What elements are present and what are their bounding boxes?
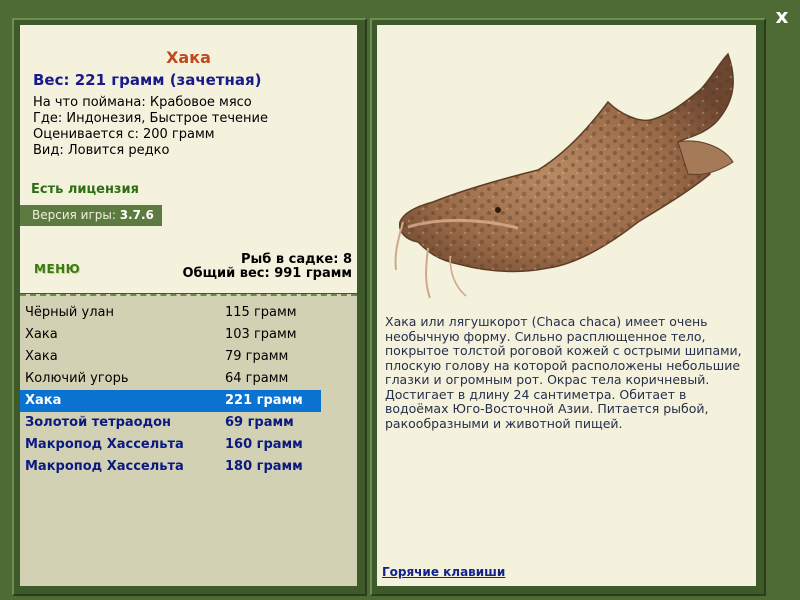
list-item-name: Хака [25,327,58,342]
fish-image [394,52,734,299]
cage-total-weight: Общий вес: 991 грамм [182,266,352,281]
fish-bait: На что поймана: Крабовое мясо [33,95,252,110]
list-item-name: Золотой тетраодон [25,415,172,430]
list-item[interactable]: Хака 103 грамм [20,324,321,346]
fish-rating-threshold: Оценивается с: 200 грамм [33,127,215,142]
version-label: Версия игры: [32,208,116,222]
fish-name: Хака [166,48,211,67]
hotkeys-link[interactable]: Горячие клавиши [382,565,505,579]
close-button[interactable]: x [772,5,792,27]
list-item-name: Макропод Хассельта [25,437,184,452]
license-status: Есть лицензия [31,182,139,197]
close-icon: x [775,4,789,28]
list-item-selected[interactable]: Хака 221 грамм [20,390,321,412]
version-value: 3.7.6 [119,208,154,222]
list-item-name: Чёрный улан [25,305,114,320]
list-item-name: Хака [25,393,62,408]
cage-count: Рыб в садке: 8 [240,252,352,267]
list-item[interactable]: Хака 79 грамм [20,346,321,368]
divider [20,294,357,296]
fish-location: Где: Индонезия, Быстрое течение [33,111,268,126]
list-item[interactable]: Золотой тетраодон 69 грамм [20,412,321,434]
list-item-weight: 79 грамм [225,349,289,364]
fish-description: Хака или лягушкорот (Chaca chaca) имеет … [385,314,742,431]
list-item[interactable]: Макропод Хассельта 180 грамм [20,456,321,478]
list-item[interactable]: Колючий угорь 64 грамм [20,368,321,390]
list-item-weight: 103 грамм [225,327,297,342]
list-item-weight: 221 грамм [225,393,303,408]
list-item-weight: 115 грамм [225,305,297,320]
fish-rarity: Вид: Ловится редко [33,143,170,158]
list-item-weight: 180 грамм [225,459,303,474]
list-item-weight: 160 грамм [225,437,303,452]
version-bar: Версия игры: 3.7.6 [20,205,162,226]
list-item[interactable]: Макропод Хассельта 160 грамм [20,434,321,456]
fish-weight: Вес: 221 грамм (зачетная) [33,71,262,89]
list-item-weight: 69 грамм [225,415,294,430]
list-item-name: Хака [25,349,58,364]
menu-button[interactable]: МЕНЮ [34,262,80,276]
list-item-name: Колючий угорь [25,371,129,386]
list-item[interactable]: Чёрный улан 115 грамм [20,302,321,324]
list-item-weight: 64 грамм [225,371,289,386]
list-item-name: Макропод Хассельта [25,459,184,474]
